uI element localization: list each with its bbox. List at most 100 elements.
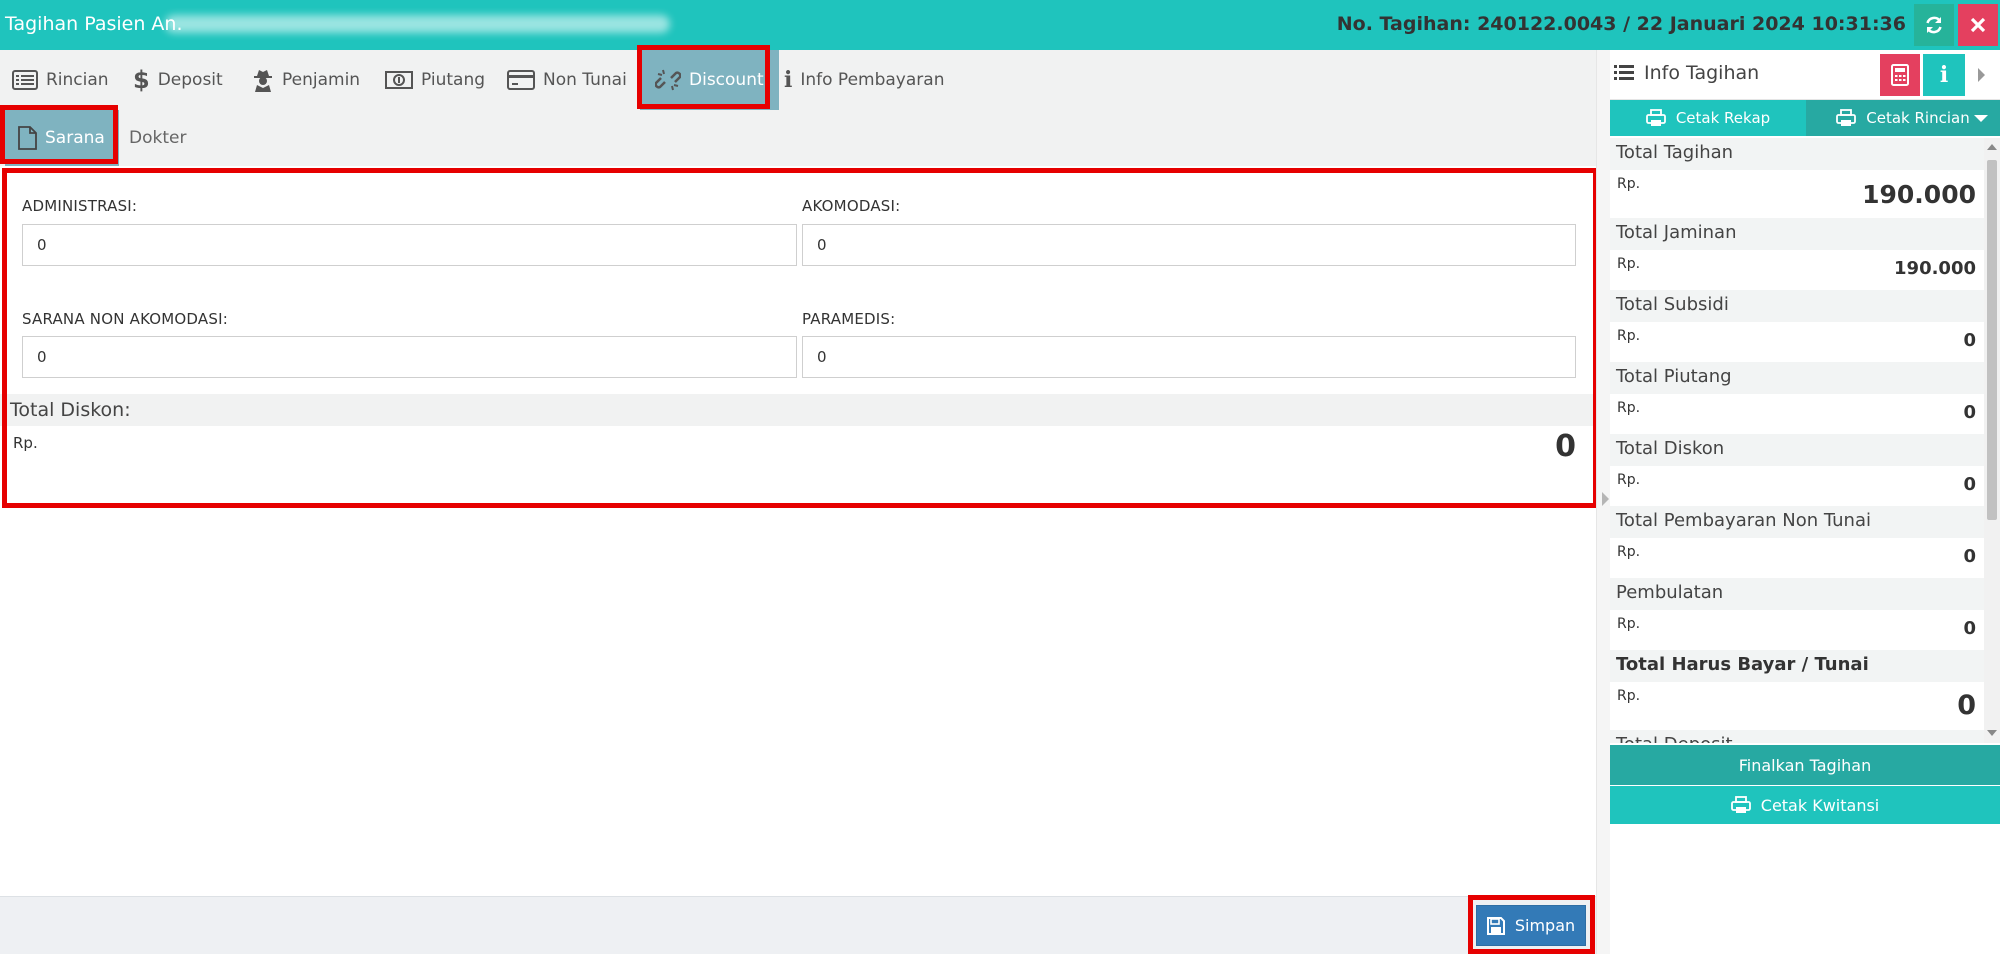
cetak-rekap-label: Cetak Rekap (1675, 109, 1771, 127)
summary-total-tagihan: Total Tagihan Rp. 190.000 (1610, 138, 1984, 218)
print-icon (1836, 109, 1857, 126)
summary-label: Total Tagihan (1610, 138, 1984, 170)
summary-label: Total Pembayaran Non Tunai (1610, 506, 1984, 538)
cetak-rincian-button[interactable]: Cetak Rincian (1806, 100, 2000, 136)
summary-pembulatan: Pembulatan Rp. 0 (1610, 578, 1984, 650)
tab-deposit[interactable]: $ Deposit (133, 50, 223, 110)
refresh-icon (1926, 16, 1942, 34)
list-icon (12, 70, 38, 90)
bill-number: No. Tagihan: 240122.0043 / 22 Januari 20… (1336, 13, 1906, 35)
summary-value: 190.000 (1862, 180, 1976, 209)
summary-total-jaminan: Total Jaminan Rp. 190.000 (1610, 218, 1984, 290)
footer-bar (0, 896, 1596, 954)
tab-non-tunai[interactable]: Non Tunai (507, 50, 627, 110)
tab-info-pembayaran[interactable]: i Info Pembayaran (784, 50, 944, 110)
summary-row: Rp. 190.000 (1610, 250, 1984, 290)
summary-row: Rp. 0 (1610, 322, 1984, 362)
summary-value: 0 (1963, 330, 1976, 351)
summary-label: Total Diskon (1610, 434, 1984, 466)
tab-rincian[interactable]: Rincian (12, 50, 109, 110)
bill-summary-list: Total Tagihan Rp. 190.000 Total Jaminan … (1610, 138, 1984, 743)
print-icon (1730, 796, 1751, 813)
tab-label: Info Pembayaran (800, 70, 945, 90)
kwitansi-label: Cetak Kwitansi (1760, 795, 1880, 815)
tab-label: Non Tunai (543, 70, 627, 90)
tab-label: Deposit (157, 70, 223, 90)
calculator-button[interactable] (1880, 54, 1920, 96)
patient-name-redacted (165, 15, 670, 33)
tab-label: Piutang (421, 70, 486, 90)
summary-currency: Rp. (1617, 256, 1641, 272)
summary-value: 0 (1963, 546, 1976, 567)
summary-row: Rp. 0 (1610, 538, 1984, 578)
summary-value: 0 (1963, 474, 1976, 495)
print-bar: Cetak Rekap Cetak Rincian (1610, 100, 2000, 136)
subtab-label: Dokter (129, 128, 187, 148)
summary-row: Rp. 0 (1610, 682, 1984, 730)
summary-row: Rp. 190.000 (1610, 170, 1984, 218)
summary-row: Rp. 0 (1610, 394, 1984, 434)
summary-value: 190.000 (1894, 258, 1976, 279)
info-icon: i (784, 67, 793, 93)
scroll-down-icon[interactable] (1987, 730, 1997, 736)
tab-piutang[interactable]: Piutang (385, 50, 485, 110)
splitter-arrow-icon (1602, 492, 1609, 506)
highlight-discount-tab (637, 45, 770, 109)
summary-currency: Rp. (1617, 688, 1641, 704)
summary-label: Pembulatan (1610, 578, 1984, 610)
summary-row: Rp. 0 (1610, 610, 1984, 650)
summary-total-diskon: Total Diskon Rp. 0 (1610, 434, 1984, 506)
close-icon (1970, 17, 1986, 33)
summary-total-non-tunai: Total Pembayaran Non Tunai Rp. 0 (1610, 506, 1984, 578)
user-secret-icon (254, 70, 272, 92)
caret-down-icon[interactable] (1974, 115, 1988, 122)
highlight-save-button (1468, 895, 1595, 954)
summary-currency: Rp. (1617, 328, 1641, 344)
summary-currency: Rp. (1617, 400, 1641, 416)
summary-total-subsidi: Total Subsidi Rp. 0 (1610, 290, 1984, 362)
highlight-sarana-subtab (0, 105, 118, 164)
summary-total-piutang: Total Piutang Rp. 0 (1610, 362, 1984, 434)
credit-card-icon (507, 70, 535, 90)
window-title: Tagihan Pasien An. (5, 13, 183, 35)
summary-currency: Rp. (1617, 544, 1641, 560)
summary-scrollbar-thumb[interactable] (1987, 160, 1997, 520)
info-tagihan-title: Info Tagihan (1614, 62, 1759, 84)
dollar-icon: $ (133, 66, 150, 94)
summary-value: 0 (1963, 618, 1976, 639)
subtab-dokter[interactable]: Dokter (129, 110, 186, 166)
summary-total-deposit: Total Deposit (1610, 730, 1984, 743)
summary-label: Total Subsidi (1610, 290, 1984, 322)
summary-total-harus-bayar: Total Harus Bayar / Tunai Rp. 0 (1610, 650, 1984, 730)
collapse-caret-icon[interactable] (1978, 68, 1985, 82)
money-icon (385, 71, 413, 89)
refresh-button[interactable] (1914, 4, 1954, 46)
tab-label: Penjamin (282, 70, 361, 90)
calculator-icon (1891, 64, 1909, 86)
list-icon (1614, 65, 1634, 80)
summary-value: 0 (1963, 402, 1976, 423)
summary-currency: Rp. (1617, 616, 1641, 632)
summary-row: Rp. 0 (1610, 466, 1984, 506)
summary-currency: Rp. (1617, 176, 1641, 192)
summary-currency: Rp. (1617, 472, 1641, 488)
summary-value: 0 (1957, 690, 1976, 721)
scroll-up-icon[interactable] (1987, 144, 1997, 150)
info-icon: i (1939, 62, 1949, 88)
finalkan-label: Finalkan Tagihan (1738, 755, 1872, 775)
summary-label: Total Deposit (1610, 730, 1984, 743)
subtab-bar (0, 110, 1596, 166)
close-button[interactable] (1958, 4, 1998, 46)
tab-label: Rincian (46, 70, 109, 90)
finalkan-tagihan-button[interactable]: Finalkan Tagihan (1610, 745, 2000, 785)
summary-label: Total Jaminan (1610, 218, 1984, 250)
cetak-kwitansi-button[interactable]: Cetak Kwitansi (1610, 786, 2000, 824)
tab-penjamin[interactable]: Penjamin (252, 50, 360, 110)
summary-label: Total Piutang (1610, 362, 1984, 394)
info-button[interactable]: i (1923, 54, 1965, 96)
cetak-rincian-label: Cetak Rincian (1866, 109, 1970, 127)
print-icon (1645, 109, 1666, 126)
cetak-rekap-button[interactable]: Cetak Rekap (1610, 100, 1806, 136)
highlight-form (2, 168, 1598, 508)
side-title: Info Tagihan (1644, 62, 1760, 84)
